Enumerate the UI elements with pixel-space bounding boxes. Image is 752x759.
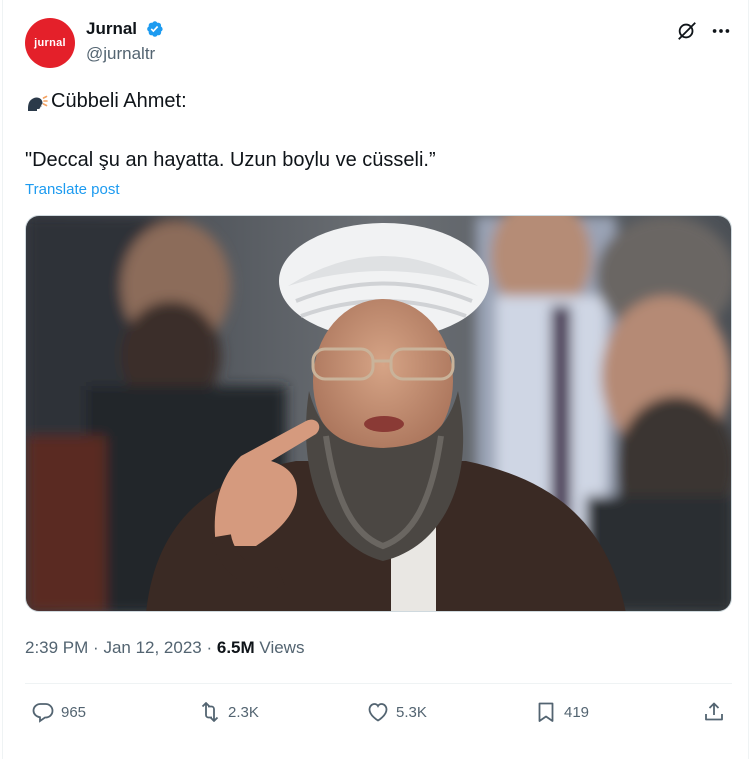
more-icon[interactable]	[710, 20, 732, 42]
views-count: 6.5M	[216, 638, 255, 657]
post-text-line1-label: Cübbeli Ahmet:	[51, 89, 187, 112]
meta-separator: ·	[93, 638, 104, 657]
reply-count: 965	[61, 703, 87, 721]
verified-badge-icon	[147, 21, 163, 37]
avatar[interactable]: jurnal	[25, 18, 75, 68]
repost-icon	[201, 702, 219, 722]
post-date[interactable]: Jan 12, 2023	[103, 638, 201, 657]
share-button[interactable]	[702, 699, 732, 725]
meta-separator: ·	[206, 638, 217, 657]
post-text-line2: "Deccal şu an hayatta. Uzun boylu ve cüs…	[25, 149, 436, 171]
share-icon	[705, 702, 723, 721]
post-image[interactable]	[25, 215, 732, 612]
avatar-logo-text: jurnal	[34, 37, 66, 49]
photo-illustration	[26, 216, 731, 611]
reply-button[interactable]: 965	[31, 699, 86, 725]
heart-icon	[368, 703, 388, 722]
grok-icon[interactable]	[676, 20, 698, 42]
right-border	[748, 0, 749, 759]
translate-post-link[interactable]: Translate post	[25, 181, 120, 198]
post-meta: 2:39 PM · Jan 12, 2023 · 6.5M Views	[25, 638, 304, 658]
author-name[interactable]: Jurnal	[86, 19, 137, 39]
actions-divider	[25, 683, 732, 684]
views-label: Views	[259, 638, 305, 657]
post-text-line1: Cübbeli Ahmet:	[25, 89, 187, 113]
like-button[interactable]: 5.3K	[366, 699, 427, 725]
author-handle[interactable]: @jurnaltr	[86, 44, 155, 64]
bookmark-icon	[538, 702, 554, 722]
bookmark-button[interactable]: 419	[534, 699, 589, 725]
repost-count: 2.3K	[228, 703, 259, 721]
repost-button[interactable]: 2.3K	[198, 699, 259, 725]
reply-icon	[32, 703, 54, 723]
left-border	[2, 0, 3, 759]
like-count: 5.3K	[396, 703, 427, 721]
speaking-head-emoji-icon	[28, 95, 48, 111]
post-time[interactable]: 2:39 PM	[25, 638, 88, 657]
bookmark-count: 419	[564, 703, 590, 721]
